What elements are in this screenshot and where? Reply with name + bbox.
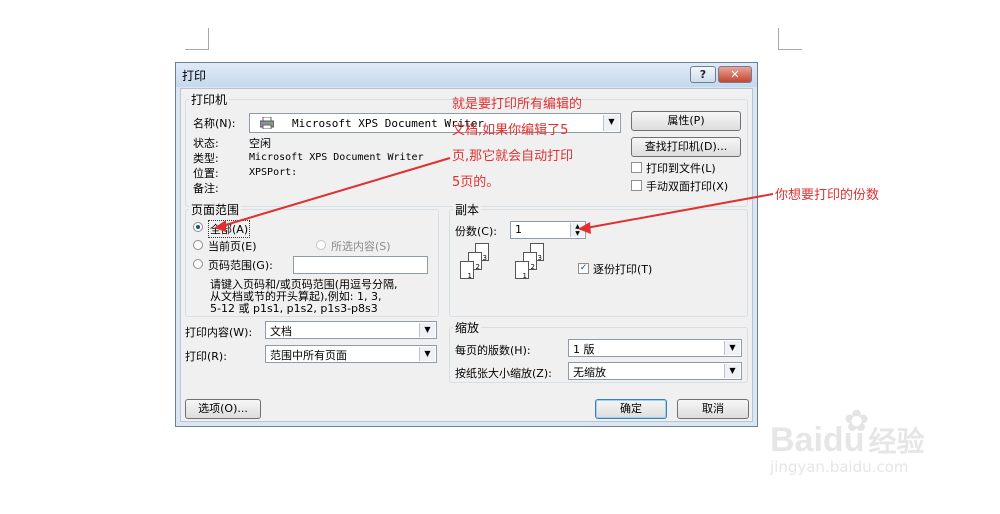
options-button[interactable]: 选项(O)... <box>185 399 261 419</box>
page-numbers-radio[interactable] <box>193 259 203 269</box>
chevron-down-icon: ▼ <box>419 347 435 361</box>
print-what-select[interactable]: 文档 ▼ <box>265 321 437 339</box>
properties-button[interactable]: 属性(P) <box>631 111 741 131</box>
copies-label: 份数(C): <box>455 225 497 238</box>
scale-label: 按纸张大小缩放(Z): <box>455 367 552 380</box>
selection-label: 所选内容(S) <box>331 240 391 253</box>
crop-mark-left <box>185 28 209 50</box>
help-button[interactable]: ? <box>690 66 716 83</box>
type-value: Microsoft XPS Document Writer <box>249 152 424 163</box>
current-page-label: 当前页(E) <box>208 240 257 253</box>
baidu-watermark: ✿ Baidu 经验 jingyan.baidu.com <box>770 404 925 476</box>
print-to-file-checkbox[interactable] <box>631 162 642 173</box>
annotation-note: 就是要打印所有编辑的 文档,如果你编辑了5 页,那它就会自动打印 5页的。 <box>452 92 582 196</box>
print-select[interactable]: 范围中所有页面 ▼ <box>265 345 437 363</box>
all-pages-radio[interactable] <box>193 222 203 232</box>
print-to-file-label: 打印到文件(L) <box>646 162 716 175</box>
page-numbers-input[interactable] <box>293 256 428 274</box>
copies-spinner[interactable]: 1 ▲ ▼ <box>510 221 586 239</box>
print-value: 范围中所有页面 <box>270 349 347 362</box>
ok-button[interactable]: 确定 <box>595 399 667 419</box>
page-range-hint-3: 5-12 或 p1s1, p1s2, p1s3-p8s3 <box>210 302 378 315</box>
pages-per-sheet-select[interactable]: 1 版 ▼ <box>568 339 742 357</box>
copies-title: 副本 <box>453 201 482 218</box>
current-page-radio[interactable] <box>193 240 203 250</box>
annotation-line: 文档,如果你编辑了5 <box>452 123 569 138</box>
printer-name-label: 名称(N): <box>193 117 236 130</box>
collate-checkbox[interactable]: ✓ <box>578 263 589 274</box>
annotation-copies: 你想要打印的份数 <box>775 188 880 203</box>
chevron-down-icon: ▼ <box>603 115 619 131</box>
zoom-title: 缩放 <box>453 319 482 336</box>
print-what-value: 文档 <box>270 325 292 338</box>
manual-duplex-label: 手动双面打印(X) <box>646 180 729 193</box>
chevron-down-icon: ▼ <box>724 341 740 355</box>
spinner-arrows-icon[interactable]: ▲ ▼ <box>570 223 584 237</box>
all-pages-label: 全部(A) <box>208 220 251 238</box>
title-bar: 打印 ? ✕ <box>176 63 757 87</box>
annotation-line: 5页的。 <box>452 175 500 190</box>
copies-value: 1 <box>515 223 522 236</box>
cancel-button[interactable]: 取消 <box>677 399 749 419</box>
print-label: 打印(R): <box>185 350 227 363</box>
watermark-url: jingyan.baidu.com <box>770 458 909 476</box>
crop-mark-right <box>778 28 802 50</box>
chevron-down-icon: ▼ <box>724 364 740 378</box>
manual-duplex-checkbox[interactable] <box>631 180 642 191</box>
chevron-down-icon: ▼ <box>419 323 435 337</box>
scale-select[interactable]: 无缩放 ▼ <box>568 362 742 380</box>
printer-group-title: 打印机 <box>189 91 230 108</box>
selection-radio[interactable] <box>316 240 326 250</box>
page-range-title: 页面范围 <box>189 201 242 218</box>
status-value: 空闲 <box>249 137 271 150</box>
where-value: XPSPort: <box>249 167 298 178</box>
print-what-label: 打印内容(W): <box>185 326 253 339</box>
type-label: 类型: <box>193 152 219 165</box>
dialog-title: 打印 <box>182 69 207 83</box>
annotation-line: 页,那它就会自动打印 <box>452 149 574 164</box>
page-icon: 1 <box>515 261 529 280</box>
paw-icon: ✿ <box>844 404 870 439</box>
printer-icon <box>259 116 275 130</box>
collate-label: 逐份打印(T) <box>593 263 653 276</box>
status-label: 状态: <box>193 137 219 150</box>
page-icon: 1 <box>460 261 474 280</box>
watermark-brand: Bai <box>770 421 823 459</box>
watermark-cn: 经验 <box>868 425 925 458</box>
annotation-line: 就是要打印所有编辑的 <box>452 97 583 112</box>
find-printer-button[interactable]: 查找打印机(D)... <box>631 137 741 157</box>
scale-value: 无缩放 <box>573 366 606 379</box>
close-button[interactable]: ✕ <box>718 66 752 83</box>
where-label: 位置: <box>193 167 219 180</box>
page-numbers-label: 页码范围(G): <box>208 259 273 272</box>
pages-per-sheet-value: 1 版 <box>573 343 595 356</box>
comment-label: 备注: <box>193 182 219 195</box>
pages-per-sheet-label: 每页的版数(H): <box>455 344 531 357</box>
